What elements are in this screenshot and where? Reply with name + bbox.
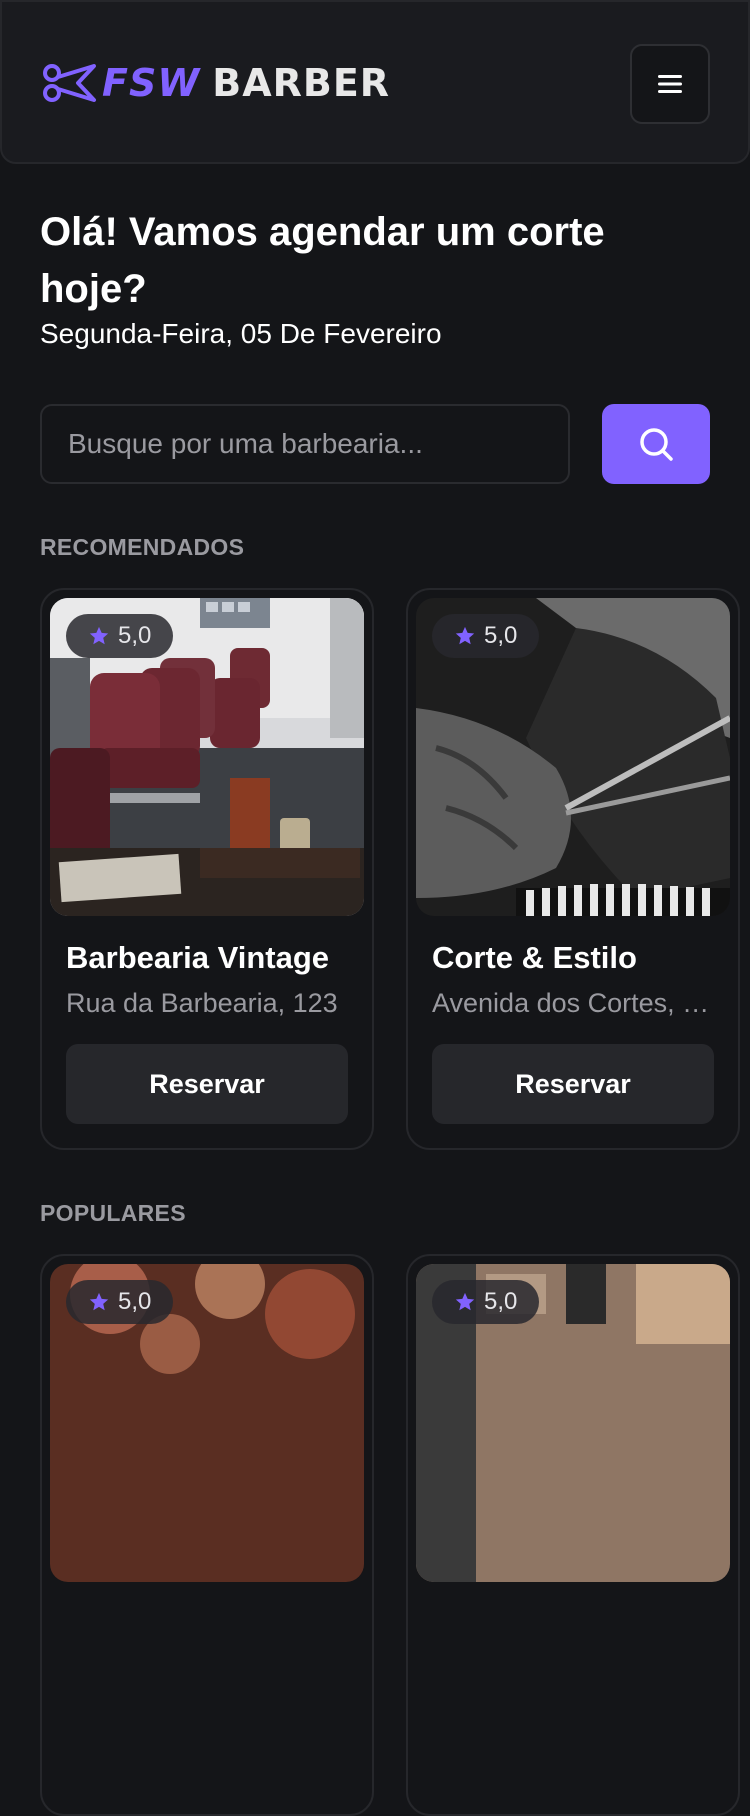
rating-value: 5,0 [118, 622, 152, 649]
star-icon [455, 1292, 475, 1311]
rating-value: 5,0 [118, 1288, 152, 1315]
rating-value: 5,0 [484, 622, 518, 649]
barbershop-name: Barbearia Vintage [66, 940, 330, 975]
star-icon [89, 1292, 109, 1311]
rating-badge: 5,0 [66, 614, 174, 658]
rating-badge: 5,0 [66, 1280, 174, 1324]
search-icon [640, 428, 673, 461]
logo-barber-text: BARBER [212, 61, 391, 105]
search-placeholder: Busque por uma barbearia... [68, 428, 423, 459]
beard-trim-photo: 5,0 [416, 598, 730, 916]
greeting-title: Olá! Vamos agendar um corte hoje? [40, 210, 605, 311]
search-input[interactable]: Busque por uma barbearia... [40, 404, 570, 484]
reserve-button[interactable]: Reservar [66, 1044, 348, 1124]
barbershop-address: Avenida dos Cortes, 456 [432, 988, 716, 1018]
menu-button[interactable] [630, 44, 710, 124]
rating-badge: 5,0 [432, 1280, 540, 1324]
rating-value: 5,0 [484, 1288, 518, 1315]
scissors-logo-icon [43, 64, 96, 102]
current-date: Segunda-Feira, 05 De Fevereiro [40, 318, 442, 349]
rating-badge: 5,0 [432, 614, 540, 658]
storefront-street-photo: 5,0 [416, 1264, 730, 1582]
hamburger-menu-icon [658, 75, 682, 93]
section-title-popular: POPULARES [40, 1200, 186, 1226]
star-icon [455, 626, 475, 645]
section-title-recommended: RECOMENDADOS [40, 534, 245, 560]
logo-fsw-text: FSW [102, 61, 201, 105]
search-button[interactable] [602, 404, 710, 484]
app-header: FSW BARBER [0, 0, 750, 164]
barbershop-address: Rua da Barbearia, 123 [66, 988, 338, 1018]
barbershop-name: Corte & Estilo [432, 940, 637, 975]
barbershop-chairs-photo: 5,0 [50, 598, 364, 916]
reserve-button[interactable]: Reservar [432, 1044, 714, 1124]
logo[interactable]: FSW BARBER [42, 58, 390, 108]
barbershop-card[interactable]: 5,0 Barbearia Vintage Rua da Barbearia, … [40, 588, 374, 1150]
warm-bokeh-barbershop-photo: 5,0 [50, 1264, 364, 1582]
barbershop-card[interactable]: 5,0 [406, 1254, 740, 1816]
barbershop-card[interactable]: 5,0 [40, 1254, 374, 1816]
barbershop-card[interactable]: 5,0 Corte & Estilo Avenida dos Cortes, 4… [406, 588, 740, 1150]
star-icon [89, 626, 109, 645]
